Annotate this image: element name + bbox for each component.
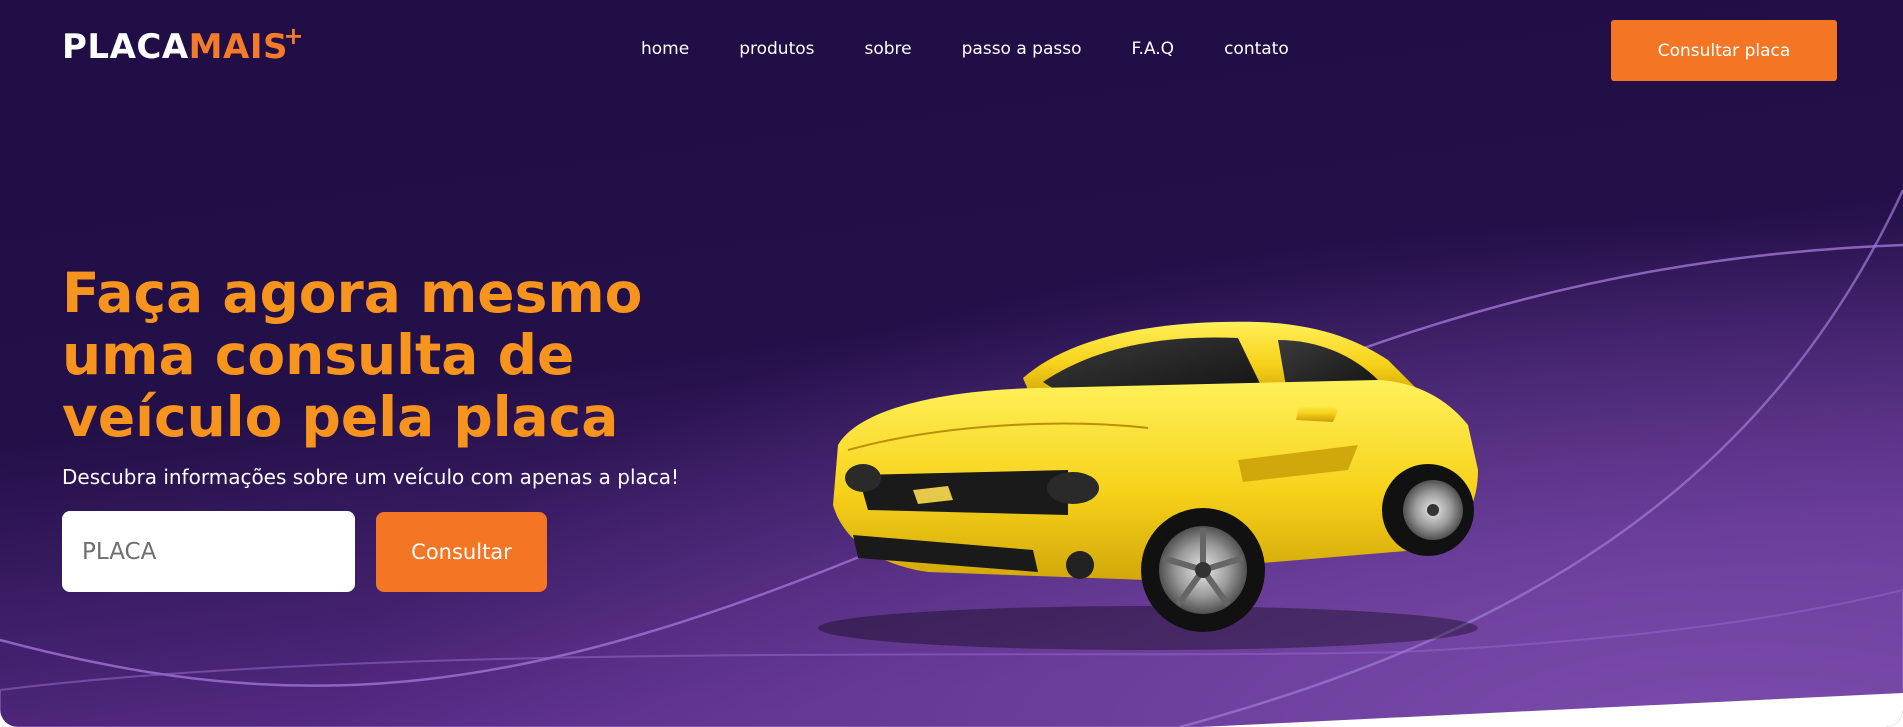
nav-item-sobre[interactable]: sobre bbox=[865, 39, 912, 63]
car-image bbox=[818, 321, 1478, 650]
nav-item-faq[interactable]: F.A.Q bbox=[1132, 39, 1175, 63]
logo-text-accent: MAIS bbox=[188, 27, 288, 67]
hero-section: PLACAMAIS + home produtos sobre passo a … bbox=[0, 0, 1903, 727]
consultar-placa-button[interactable]: Consultar placa bbox=[1611, 20, 1837, 81]
hero-subtitle: Descubra informações sobre um veículo co… bbox=[62, 465, 680, 489]
consultar-button[interactable]: Consultar bbox=[376, 512, 547, 592]
main-nav: home produtos sobre passo a passo F.A.Q … bbox=[641, 39, 1289, 63]
nav-item-produtos[interactable]: produtos bbox=[739, 39, 814, 63]
plate-input[interactable] bbox=[62, 511, 355, 592]
logo-text-primary: PLACA bbox=[62, 27, 189, 67]
nav-item-contato[interactable]: contato bbox=[1224, 39, 1289, 63]
logo-plus-icon: + bbox=[283, 22, 304, 50]
nav-item-passo-a-passo[interactable]: passo a passo bbox=[962, 39, 1082, 63]
hero-headline: Faça agora mesmo uma consulta de veículo… bbox=[62, 261, 643, 449]
nav-item-home[interactable]: home bbox=[641, 39, 689, 63]
brand-logo[interactable]: PLACAMAIS + bbox=[62, 24, 303, 67]
